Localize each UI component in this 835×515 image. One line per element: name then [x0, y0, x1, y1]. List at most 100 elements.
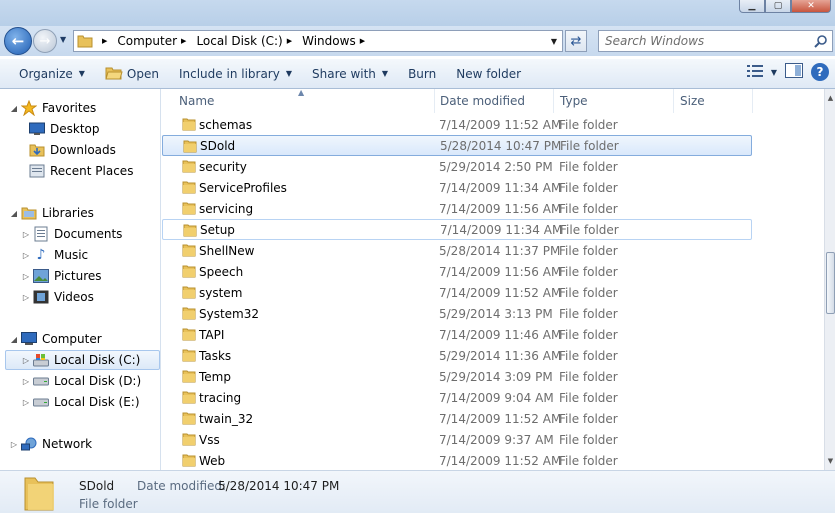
table-row[interactable]: Temp 5/29/2014 3:09 PM File folder: [162, 366, 752, 387]
folder-icon: [183, 138, 197, 156]
file-name: Vss: [199, 432, 220, 447]
sidebar-item-favorites[interactable]: ◢ Favorites: [8, 98, 96, 118]
sidebar-item-recent-places[interactable]: Recent Places: [28, 161, 133, 181]
details-name: SDold: [79, 479, 115, 493]
file-name: ShellNew: [199, 243, 255, 258]
back-button[interactable]: ←: [4, 27, 32, 55]
sidebar-item-pictures[interactable]: ▷ Pictures: [20, 266, 102, 286]
chevron-right-icon: ▶: [102, 37, 108, 45]
expand-arrow-icon[interactable]: ▷: [20, 356, 32, 365]
chevron-right-icon[interactable]: ▶: [287, 37, 292, 45]
search-input[interactable]: Search Windows: [598, 30, 833, 52]
column-header-date-modified[interactable]: Date modified: [434, 89, 554, 113]
chevron-down-icon: ▼: [381, 69, 389, 78]
expand-arrow-icon[interactable]: ▷: [8, 440, 20, 449]
file-date-modified: 5/29/2014 3:09 PM: [439, 369, 553, 384]
file-type: File folder: [559, 348, 618, 363]
chevron-right-icon[interactable]: ▶: [360, 37, 365, 45]
sidebar-item-videos[interactable]: ▷ Videos: [20, 287, 94, 307]
column-header-name[interactable]: Name: [173, 89, 435, 113]
breadcrumb-computer[interactable]: Computer ▶: [115, 31, 194, 51]
new-folder-button[interactable]: New folder: [446, 62, 531, 86]
file-name: System32: [199, 306, 260, 321]
collapse-arrow-icon[interactable]: ◢: [8, 104, 20, 113]
table-row[interactable]: ShellNew 5/28/2014 11:37 PM File folder: [162, 240, 752, 261]
address-bar[interactable]: ▶ Computer ▶ Local Disk (C:) ▶ Windows ▶ ▼: [73, 30, 563, 52]
refresh-button[interactable]: ⇄: [565, 30, 587, 52]
vertical-scrollbar[interactable]: ▲ ▼: [824, 89, 835, 470]
chevron-down-icon: ▼: [78, 69, 85, 78]
table-row[interactable]: security 5/29/2014 2:50 PM File folder: [162, 156, 752, 177]
breadcrumb-windows[interactable]: Windows ▶: [300, 31, 373, 51]
table-row[interactable]: tracing 7/14/2009 9:04 AM File folder: [162, 387, 752, 408]
sidebar-item-computer[interactable]: ◢ Computer: [8, 329, 102, 349]
details-type: File folder: [79, 497, 138, 511]
forward-button[interactable]: →: [33, 29, 57, 53]
file-name: system: [199, 285, 243, 300]
preview-pane-icon[interactable]: [785, 63, 803, 81]
folder-icon: [74, 31, 96, 51]
breadcrumb-local-disk[interactable]: Local Disk (C:) ▶: [194, 31, 300, 51]
table-row[interactable]: System32 5/29/2014 3:13 PM File folder: [162, 303, 752, 324]
table-row[interactable]: Speech 7/14/2009 11:56 AM File folder: [162, 261, 752, 282]
table-row[interactable]: schemas 7/14/2009 11:52 AM File folder: [162, 114, 752, 135]
column-header-type[interactable]: Type: [554, 89, 674, 113]
open-button[interactable]: Open: [95, 62, 169, 86]
sidebar-item-local-disk-e[interactable]: ▷ Local Disk (E:): [20, 392, 140, 412]
scroll-down-arrow[interactable]: ▼: [826, 454, 835, 468]
table-row[interactable]: ServiceProfiles 7/14/2009 11:34 AM File fo…: [162, 177, 752, 198]
sidebar-item-music[interactable]: ▷ ♪ Music: [20, 245, 88, 265]
table-row[interactable]: Tasks 5/29/2014 11:36 AM File folder: [162, 345, 752, 366]
search-icon[interactable]: [814, 34, 828, 51]
table-row[interactable]: servicing 7/14/2009 11:56 AM File folder: [162, 198, 752, 219]
scroll-thumb[interactable]: [826, 252, 835, 314]
help-icon[interactable]: ?: [811, 63, 829, 81]
maximize-button[interactable]: ▢: [765, 0, 791, 13]
table-row[interactable]: TAPI 7/14/2009 11:46 AM File folder: [162, 324, 752, 345]
table-row[interactable]: Web 7/14/2009 11:52 AM File folder: [162, 450, 752, 470]
file-date-modified: 5/28/2014 10:47 PM: [440, 138, 562, 153]
share-with-button[interactable]: Share with ▼: [302, 62, 398, 86]
sidebar-item-downloads[interactable]: Downloads: [28, 140, 116, 160]
navigation-bar: ← → ▼ ▶ Computer ▶ Local Disk (C:) ▶ Windo…: [0, 26, 835, 56]
sidebar-item-local-disk-d[interactable]: ▷ Local Disk (D:): [20, 371, 141, 391]
include-in-library-button[interactable]: Include in library ▼: [169, 62, 302, 86]
sidebar-item-documents[interactable]: ▷ Documents: [20, 224, 122, 244]
sidebar-item-network[interactable]: ▷ Network: [8, 434, 92, 454]
sidebar-item-desktop[interactable]: Desktop: [28, 119, 100, 139]
folder-icon: [182, 326, 196, 344]
table-row[interactable]: SDold 5/28/2014 10:47 PM File folder: [162, 135, 752, 156]
table-row[interactable]: system 7/14/2009 11:52 AM File folder: [162, 282, 752, 303]
burn-button[interactable]: Burn: [398, 62, 446, 86]
expand-arrow-icon[interactable]: ▷: [20, 272, 32, 281]
file-date-modified: 5/28/2014 11:37 PM: [439, 243, 561, 258]
expand-arrow-icon[interactable]: ▷: [20, 377, 32, 386]
column-header-size[interactable]: Size: [674, 89, 753, 113]
scroll-up-arrow[interactable]: ▲: [826, 91, 835, 105]
chevron-right-icon[interactable]: ▶: [181, 37, 186, 45]
view-details-icon[interactable]: [746, 64, 763, 80]
organize-button[interactable]: Organize ▼: [9, 62, 95, 86]
star-icon: [20, 100, 38, 116]
file-name: servicing: [199, 201, 254, 216]
address-history-dropdown[interactable]: ▼: [546, 37, 562, 46]
expand-arrow-icon[interactable]: ▷: [20, 293, 32, 302]
sidebar-item-local-disk-c[interactable]: ▷ Local Disk (C:): [5, 350, 160, 370]
table-row[interactable]: Setup 7/14/2009 11:34 AM File folder: [162, 219, 752, 240]
breadcrumb-separator[interactable]: ▶: [96, 31, 115, 51]
recent-pages-dropdown[interactable]: ▼: [60, 35, 66, 44]
sidebar-item-libraries[interactable]: ◢ Libraries: [8, 203, 94, 223]
folder-icon: [182, 410, 196, 428]
close-button[interactable]: ✕: [791, 0, 831, 13]
expand-arrow-icon[interactable]: ▷: [20, 230, 32, 239]
collapse-arrow-icon[interactable]: ◢: [8, 209, 20, 218]
collapse-arrow-icon[interactable]: ◢: [8, 335, 20, 344]
file-date-modified: 5/29/2014 11:36 AM: [439, 348, 562, 363]
minimize-button[interactable]: ▁: [739, 0, 765, 13]
file-name: ServiceProfiles: [199, 180, 287, 195]
expand-arrow-icon[interactable]: ▷: [20, 251, 32, 260]
expand-arrow-icon[interactable]: ▷: [20, 398, 32, 407]
view-options-dropdown[interactable]: ▼: [771, 68, 777, 77]
table-row[interactable]: Vss 7/14/2009 9:37 AM File folder: [162, 429, 752, 450]
table-row[interactable]: twain_32 7/14/2009 11:52 AM File folder: [162, 408, 752, 429]
